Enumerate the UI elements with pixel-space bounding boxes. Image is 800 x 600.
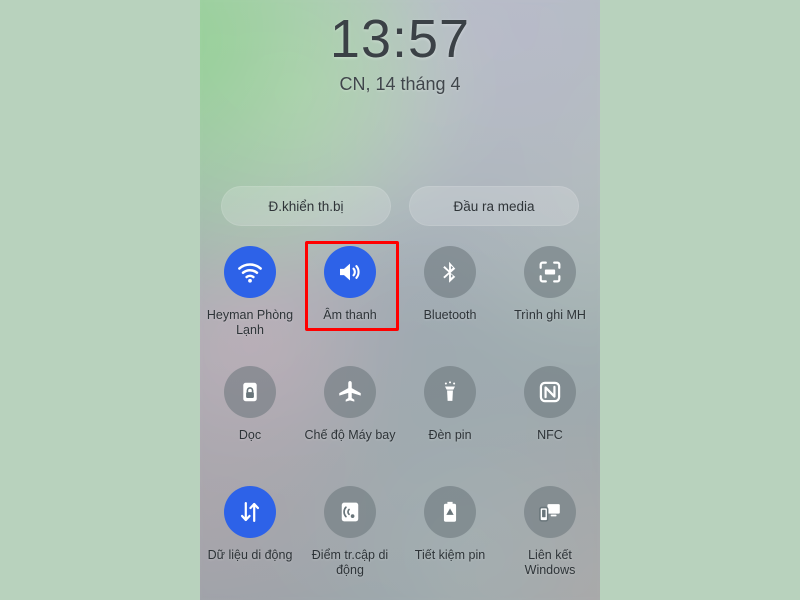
lockscreen-clock: 13:57 CN, 14 tháng 4 [200, 8, 600, 95]
tile-screen-recorder[interactable]: Trình ghi MH [500, 246, 600, 366]
flashlight-toggle-circle[interactable] [424, 366, 476, 418]
tile-label: Liên kết Windows [524, 548, 576, 577]
tile-sound[interactable]: Âm thanh [300, 246, 400, 366]
screen-recorder-toggle-circle[interactable] [524, 246, 576, 298]
screen-recorder-icon [539, 261, 561, 283]
tile-label: NFC [537, 428, 563, 442]
tile-battery-saver[interactable]: Tiết kiệm pin [400, 486, 500, 600]
nfc-icon [539, 381, 561, 403]
mobile-data-icon [240, 502, 260, 522]
tile-nfc[interactable]: NFC [500, 366, 600, 486]
tile-label: Tiết kiệm pin [414, 548, 486, 562]
tile-flashlight[interactable]: Đèn pin [400, 366, 500, 486]
quick-settings-row-2: Dọc Chế độ Máy bay Đèn pin NFC [200, 366, 600, 486]
tile-label: Điểm tr.cập di động [311, 548, 389, 577]
tile-label: Dọc [238, 428, 262, 442]
tile-rotation-lock[interactable]: Dọc [200, 366, 300, 486]
link-to-windows-toggle-circle[interactable] [524, 486, 576, 538]
clock-date: CN, 14 tháng 4 [339, 74, 461, 94]
tile-label: Chế độ Máy bay [304, 428, 396, 442]
tile-link-to-windows[interactable]: Liên kết Windows [500, 486, 600, 600]
hotspot-icon [341, 502, 359, 522]
sound-toggle-circle[interactable] [324, 246, 376, 298]
device-control-pill[interactable]: Đ.khiển th.bị [221, 186, 391, 226]
quick-settings-row-1: Heyman Phòng Lạnh Âm thanh Bluetooth Trì… [200, 241, 600, 366]
bluetooth-toggle-circle[interactable] [424, 246, 476, 298]
hotspot-toggle-circle[interactable] [324, 486, 376, 538]
phone-screenshot: 13:57 CN, 14 tháng 4 Đ.khiển th.bị Đầu r… [200, 0, 600, 600]
tile-label: Âm thanh [323, 308, 377, 322]
airplane-mode-toggle-circle[interactable] [324, 366, 376, 418]
device-control-pill-label: Đ.khiển th.bị [268, 198, 344, 214]
wifi-icon [238, 263, 262, 283]
flashlight-icon [444, 381, 456, 401]
tile-bluetooth[interactable]: Bluetooth [400, 246, 500, 366]
bluetooth-icon [443, 261, 456, 283]
tile-mobile-data[interactable]: Dữ liệu di động [200, 486, 300, 600]
tile-airplane-mode[interactable]: Chế độ Máy bay [300, 366, 400, 486]
media-output-pill[interactable]: Đầu ra media [409, 186, 579, 226]
rotation-lock-toggle-circle[interactable] [224, 366, 276, 418]
sound-icon [340, 263, 360, 281]
quick-settings-row-3: Dữ liệu di động Điểm tr.cập di động Tiết… [200, 486, 600, 600]
tile-label: Heyman Phòng Lạnh [206, 308, 294, 337]
tile-hotspot[interactable]: Điểm tr.cập di động [300, 486, 400, 600]
quick-panel-pill-row: Đ.khiển th.bị Đầu ra media [200, 186, 600, 226]
tile-label: Đèn pin [428, 428, 472, 442]
tile-label: Trình ghi MH [514, 308, 586, 322]
tile-label: Dữ liệu di động [207, 548, 293, 562]
media-output-pill-label: Đầu ra media [453, 198, 535, 214]
airplane-mode-icon [339, 381, 361, 402]
battery-saver-icon [443, 501, 457, 522]
nfc-toggle-circle[interactable] [524, 366, 576, 418]
mobile-data-toggle-circle[interactable] [224, 486, 276, 538]
battery-saver-toggle-circle[interactable] [424, 486, 476, 538]
rotation-lock-icon [243, 382, 257, 402]
link-to-windows-icon [539, 504, 560, 522]
tile-wifi[interactable]: Heyman Phòng Lạnh [200, 246, 300, 366]
wifi-toggle-circle[interactable] [224, 246, 276, 298]
clock-time: 13:57 [329, 9, 471, 69]
tile-label: Bluetooth [423, 308, 477, 322]
quick-settings-grid: Heyman Phòng Lạnh Âm thanh Bluetooth Trì… [200, 241, 600, 600]
